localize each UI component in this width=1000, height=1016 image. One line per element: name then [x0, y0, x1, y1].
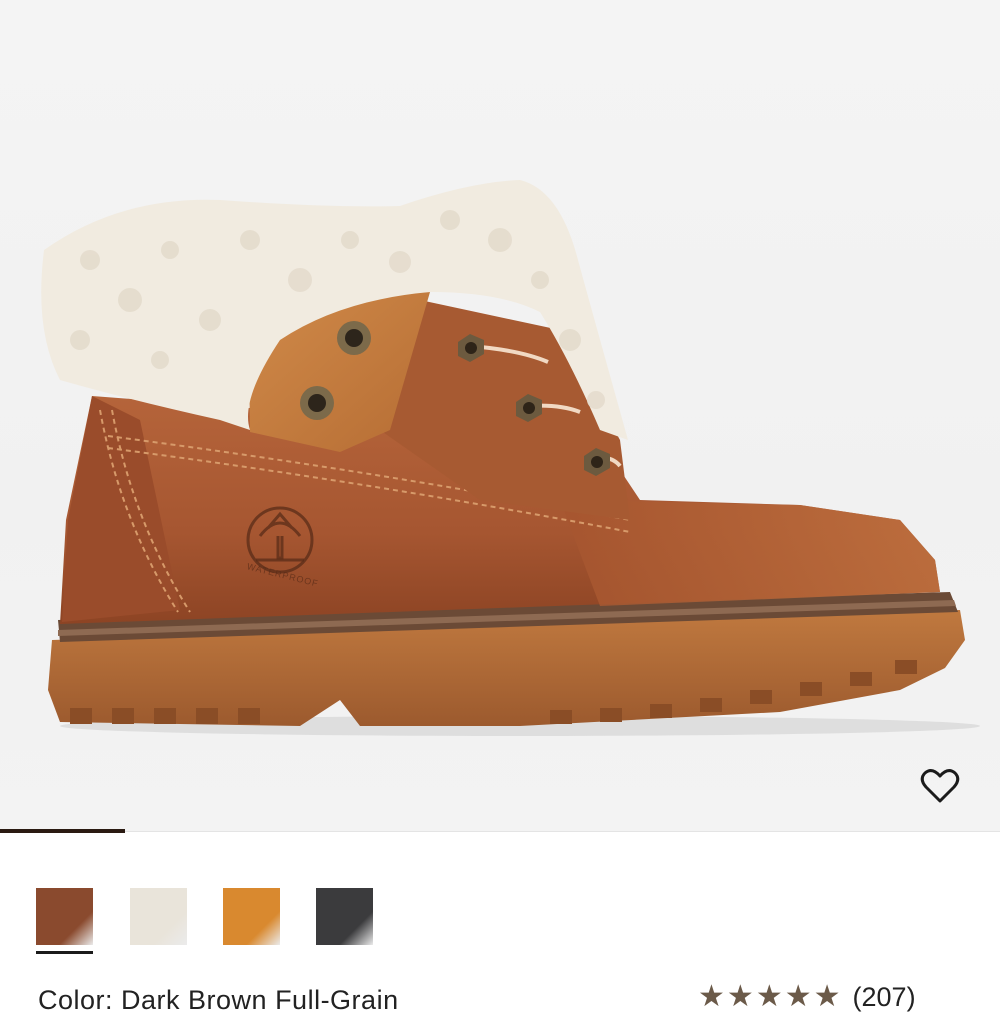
swatch-chip — [130, 888, 187, 945]
star-rating: ★ ★ ★ ★ ★ — [698, 982, 841, 1012]
star-icon: ★ — [755, 980, 783, 1013]
product-image[interactable]: WATERPROOF — [0, 0, 1000, 832]
swatch-dark-brown[interactable] — [36, 888, 93, 954]
swatch-wheat[interactable] — [223, 888, 280, 945]
boot-illustration — [41, 180, 980, 736]
swatch-cream[interactable] — [130, 888, 187, 945]
swatch-chip — [316, 888, 373, 945]
selected-color-label: Color: Dark Brown Full-Grain — [38, 985, 399, 1015]
swatch-selected-underline — [36, 951, 93, 954]
swatch-black[interactable] — [316, 888, 373, 945]
star-icon: ★ — [698, 980, 725, 1013]
heart-outline-icon — [920, 769, 960, 803]
swatch-chip — [36, 888, 93, 945]
star-icon: ★ — [726, 980, 754, 1013]
star-icon: ★ — [813, 980, 841, 1013]
star-icon: ★ — [784, 980, 812, 1013]
gallery-progress-track — [125, 831, 1000, 832]
review-count[interactable]: (207) — [853, 982, 916, 1012]
rating-summary[interactable]: ★ ★ ★ ★ ★ (207) — [698, 982, 916, 1013]
gallery-progress-indicator — [0, 829, 125, 833]
swatch-chip — [223, 888, 280, 945]
wishlist-button[interactable] — [914, 760, 966, 812]
